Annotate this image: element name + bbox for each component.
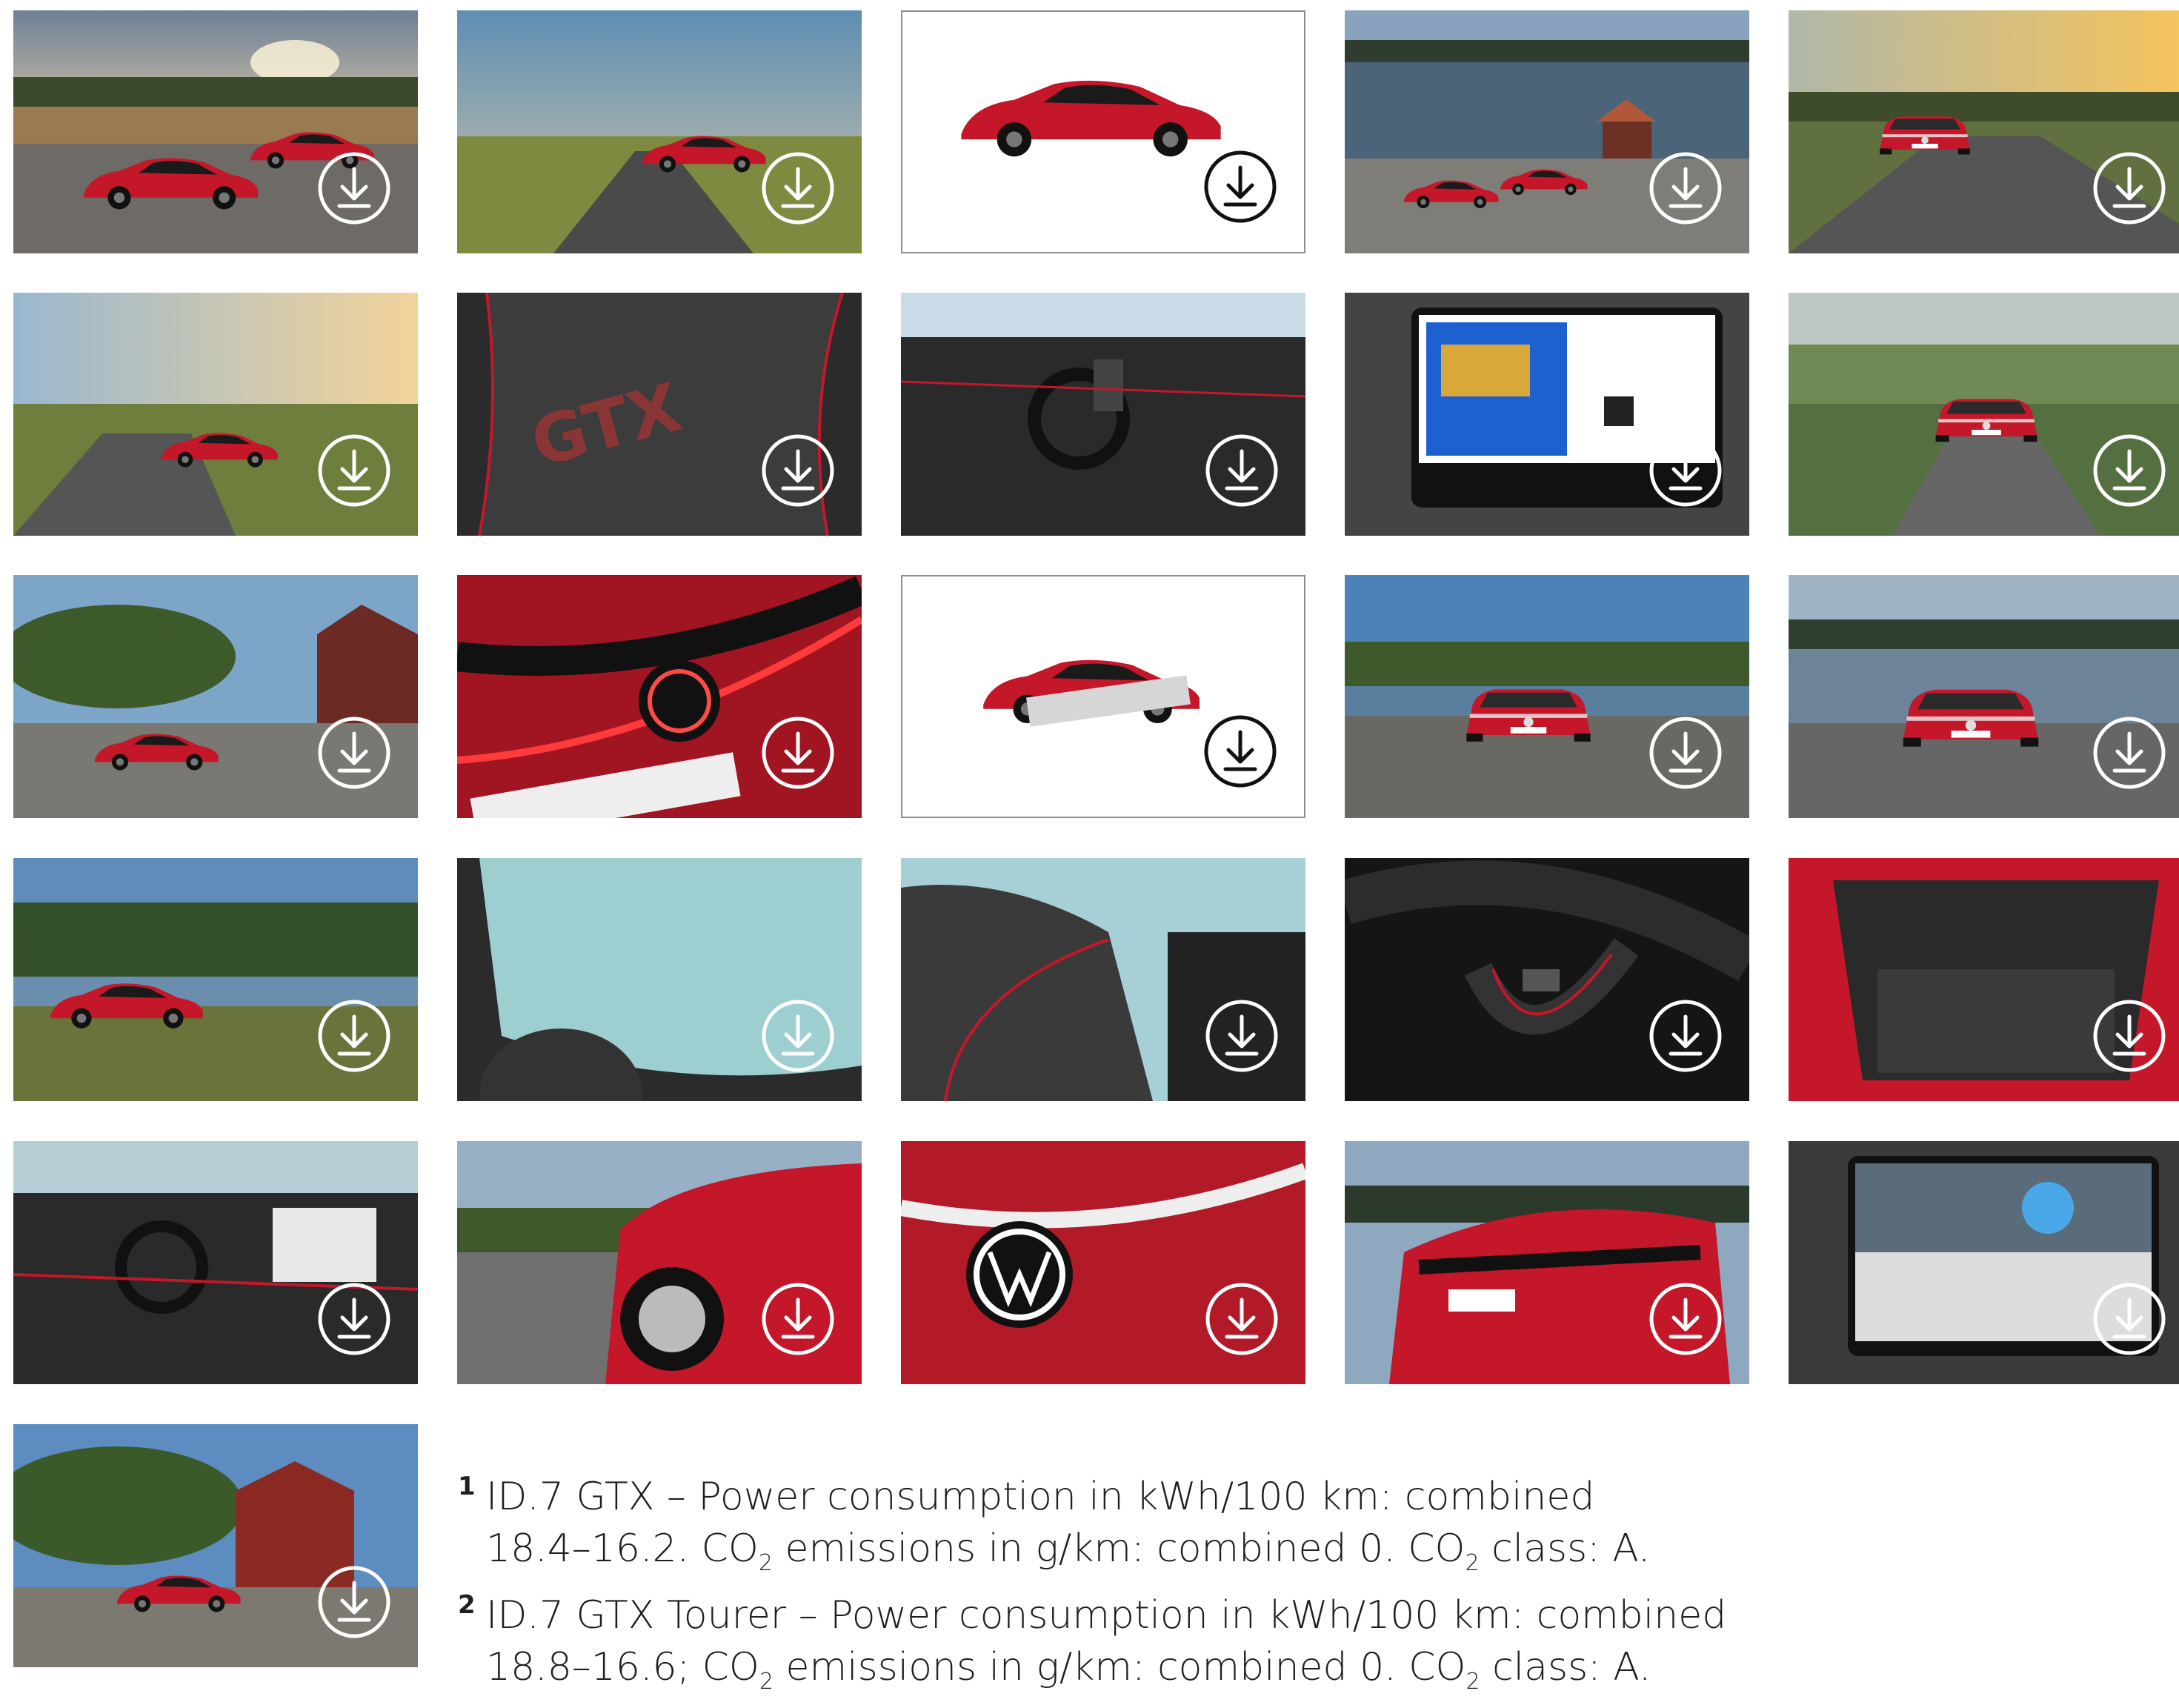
download-icon[interactable] [317, 433, 391, 508]
download-icon[interactable] [1205, 1282, 1279, 1356]
footnote-line: 18.4–16.2. CO2 emissions in g/km: combin… [486, 1526, 1651, 1576]
gallery-image-tile[interactable] [901, 293, 1305, 536]
download-icon[interactable] [317, 151, 391, 225]
download-icon[interactable] [1205, 433, 1279, 508]
download-icon[interactable] [2092, 1282, 2166, 1356]
footnote-number: 1 [458, 1472, 476, 1501]
footnote-2: 2 ID.7 GTX Tourer – Power consumption in… [458, 1589, 1727, 1708]
download-icon[interactable] [761, 999, 835, 1073]
download-icon[interactable] [2092, 716, 2166, 790]
gallery-image-tile[interactable] [1345, 858, 1749, 1101]
footnote-number: 2 [458, 1590, 476, 1620]
gallery-image-tile[interactable] [457, 10, 862, 253]
download-icon[interactable] [1649, 999, 1723, 1073]
gallery-image-tile[interactable] [13, 10, 418, 253]
gallery-image-tile[interactable] [1789, 858, 2179, 1101]
gallery-image-tile[interactable] [1345, 10, 1749, 253]
gallery-image-tile[interactable] [13, 293, 418, 536]
download-icon[interactable] [761, 716, 835, 790]
gallery-image-tile[interactable] [901, 1141, 1305, 1384]
gallery-image-tile[interactable] [1345, 293, 1749, 536]
gallery-image-tile[interactable] [457, 858, 862, 1101]
gallery-image-tile[interactable] [1345, 1141, 1749, 1384]
gallery-image-tile[interactable] [13, 575, 418, 818]
download-icon[interactable] [1649, 716, 1723, 790]
download-icon[interactable] [2092, 999, 2166, 1073]
footnote-line: 18.8–16.6; CO2 emissions in g/km: combin… [486, 1645, 1651, 1695]
gallery-image-tile[interactable] [901, 858, 1305, 1101]
download-icon[interactable] [761, 433, 835, 508]
gallery-image-tile[interactable] [1789, 293, 2179, 536]
download-icon[interactable] [761, 1282, 835, 1356]
download-icon[interactable] [761, 151, 835, 225]
download-icon[interactable] [317, 716, 391, 790]
gallery-image-tile[interactable] [901, 575, 1305, 818]
gallery-image-tile[interactable] [901, 10, 1305, 253]
gallery-image-tile[interactable] [1789, 1141, 2179, 1384]
gallery-image-tile[interactable] [13, 1424, 418, 1667]
footnotes: 1 ID.7 GTX – Power consumption in kWh/10… [458, 1471, 1727, 1708]
download-icon[interactable] [1205, 999, 1279, 1073]
download-icon[interactable] [1203, 150, 1277, 224]
gallery-image-tile[interactable] [1789, 575, 2179, 818]
gallery-image-tile[interactable] [1789, 10, 2179, 253]
gallery-image-tile[interactable] [13, 1141, 418, 1384]
gallery-image-tile[interactable] [457, 1141, 862, 1384]
download-icon[interactable] [317, 1565, 391, 1639]
download-icon[interactable] [2092, 151, 2166, 225]
footnote-line: ID.7 GTX Tourer – Power consumption in k… [486, 1593, 1727, 1638]
gallery-image-tile[interactable] [1345, 575, 1749, 818]
media-gallery: GTX [0, 0, 2179, 1667]
download-icon[interactable] [317, 1282, 391, 1356]
download-icon[interactable] [1649, 433, 1723, 508]
download-icon[interactable] [1649, 1282, 1723, 1356]
download-icon[interactable] [1203, 714, 1277, 788]
gallery-image-tile[interactable]: GTX [457, 293, 862, 536]
gallery-image-tile[interactable] [457, 575, 862, 818]
download-icon[interactable] [317, 999, 391, 1073]
download-icon[interactable] [2092, 433, 2166, 508]
footnote-1: 1 ID.7 GTX – Power consumption in kWh/10… [458, 1471, 1717, 1589]
download-icon[interactable] [1649, 151, 1723, 225]
gallery-image-tile[interactable] [13, 858, 418, 1101]
footnote-line: ID.7 GTX – Power consumption in kWh/100 … [486, 1475, 1595, 1519]
